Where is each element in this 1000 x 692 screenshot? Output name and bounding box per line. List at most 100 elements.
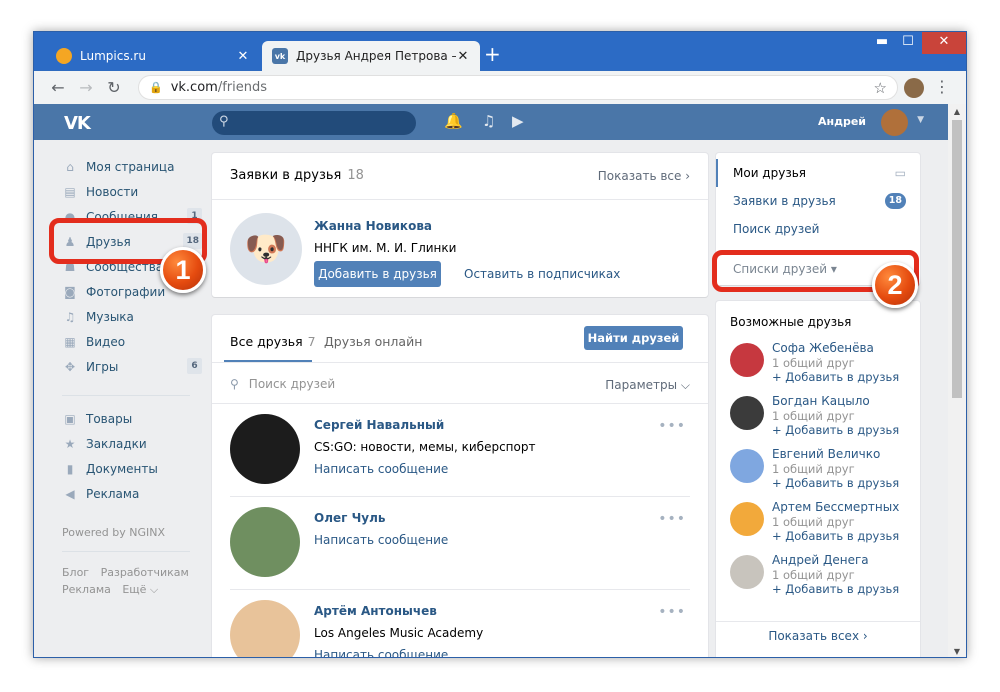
show-all-possible-link[interactable]: Показать всех › [716, 629, 920, 643]
default-avatar-icon[interactable]: 🐶 [230, 213, 302, 285]
footer-link-more[interactable]: Ещё ⌵ [122, 583, 158, 596]
possible-friend-name[interactable]: Софа Жебенёва [772, 341, 874, 355]
possible-friend-avatar[interactable] [730, 449, 764, 483]
address-bar[interactable]: 🔒 vk.com /friends ☆ [138, 75, 898, 100]
mutual-friends-text[interactable]: 1 общий друг [772, 462, 855, 476]
write-message-link[interactable]: Написать сообщение [314, 462, 448, 476]
list-item: Артем Бессмертных 1 общий друг + Добавит… [730, 500, 915, 553]
camera-icon: ◙ [64, 284, 76, 299]
friend-name[interactable]: Сергей Навальный [314, 418, 444, 432]
scroll-up-icon[interactable]: ▲ [948, 107, 966, 116]
add-friend-link[interactable]: + Добавить в друзья [772, 370, 899, 384]
bell-icon[interactable]: 🔔 [444, 112, 463, 130]
bookmark-star-icon[interactable]: ☆ [874, 79, 887, 97]
possible-friend-name[interactable]: Артем Бессмертных [772, 500, 899, 514]
tab-all-friends[interactable]: Все друзья 7 [230, 334, 316, 349]
sidebar-item-news[interactable]: ▤ Новости [62, 179, 202, 204]
write-message-link[interactable]: Написать сообщение [314, 533, 448, 547]
footer-link-ads[interactable]: Реклама [62, 583, 111, 596]
new-tab-button[interactable]: + [484, 44, 501, 64]
sidebar-item-my-page[interactable]: ⌂ Моя страница [62, 154, 202, 179]
add-friend-button[interactable]: Добавить в друзья [314, 261, 441, 287]
find-friends-button[interactable]: Найти друзей [584, 326, 683, 350]
possible-friend-avatar[interactable] [730, 555, 764, 589]
mutual-friends-text[interactable]: 1 общий друг [772, 409, 855, 423]
list-item: Сергей Навальный CS:GO: новости, мемы, к… [230, 404, 690, 497]
possible-friend-name[interactable]: Андрей Денега [772, 553, 869, 567]
tab-vk-friends[interactable]: vk Друзья Андрея Петрова – 7 дру ✕ [262, 41, 480, 71]
add-friend-link[interactable]: + Добавить в друзья [772, 476, 899, 490]
vk-search-input[interactable]: ⚲ [212, 111, 416, 135]
vk-logo[interactable]: VK [64, 113, 91, 134]
minimize-button[interactable]: ▬ [868, 32, 896, 54]
sidebar-item-video[interactable]: ▦ Видео [62, 329, 202, 354]
page-viewport: VK ⚲ 🔔 ♫ ▶ Андрей ▼ ⌂ Моя страница ▤ Нов… [34, 104, 950, 657]
show-all-requests-link[interactable]: Показать все › [598, 169, 690, 183]
home-icon: ⌂ [66, 159, 74, 174]
calendar-icon[interactable]: ▭ [895, 159, 906, 187]
possible-friends-card: Возможные друзья Софа Жебенёва 1 общий д… [716, 301, 920, 657]
friend-avatar[interactable] [230, 414, 300, 484]
possible-friend-avatar[interactable] [730, 502, 764, 536]
lock-icon: 🔒 [149, 81, 163, 94]
divider [716, 621, 920, 622]
music-icon[interactable]: ♫ [482, 112, 495, 130]
menu-my-friends[interactable]: Мои друзья ▭ [716, 159, 920, 187]
possible-friend-avatar[interactable] [730, 343, 764, 377]
mutual-friends-text[interactable]: 1 общий друг [772, 356, 855, 370]
music-note-icon: ♫ [64, 309, 76, 324]
mutual-friends-text[interactable]: 1 общий друг [772, 515, 855, 529]
scroll-down-icon[interactable]: ▼ [948, 647, 966, 656]
menu-friend-requests[interactable]: Заявки в друзья 18 [716, 187, 920, 215]
close-tab-icon[interactable]: ✕ [456, 49, 470, 64]
write-message-link[interactable]: Написать сообщение [314, 648, 448, 657]
mutual-friends-text[interactable]: 1 общий друг [772, 568, 855, 582]
add-friend-link[interactable]: + Добавить в друзья [772, 423, 899, 437]
header-avatar[interactable] [881, 109, 908, 136]
friend-avatar[interactable] [230, 600, 300, 657]
more-options-icon[interactable]: ••• [658, 418, 686, 434]
close-window-button[interactable]: ✕ [922, 32, 966, 54]
sidebar-item-goods[interactable]: ▣ Товары [62, 406, 202, 431]
scrollbar-thumb[interactable] [952, 120, 962, 398]
more-options-icon[interactable]: ••• [658, 511, 686, 527]
kebab-menu-icon[interactable]: ⋮ [934, 77, 950, 96]
page-scrollbar[interactable]: ▲ ▼ [948, 104, 966, 657]
friend-name[interactable]: Олег Чуль [314, 511, 385, 525]
add-friend-link[interactable]: + Добавить в друзья [772, 582, 899, 596]
divider [212, 199, 708, 200]
possible-friend-name[interactable]: Богдан Кацыло [772, 394, 870, 408]
list-item: Софа Жебенёва 1 общий друг + Добавить в … [730, 341, 915, 394]
tab-lumpics[interactable]: Lumpics.ru ✕ [46, 41, 260, 71]
sidebar-item-bookmarks[interactable]: ★ Закладки [62, 431, 202, 456]
forward-arrow-icon[interactable]: → [72, 78, 100, 97]
footer-link-blog[interactable]: Блог [62, 566, 89, 579]
possible-friend-avatar[interactable] [730, 396, 764, 430]
keep-subscriber-link[interactable]: Оставить в подписчиках [464, 267, 620, 281]
back-arrow-icon[interactable]: ← [44, 78, 72, 97]
sidebar-item-ads[interactable]: ◀ Реклама [62, 481, 202, 506]
profile-avatar[interactable] [904, 78, 924, 98]
menu-find-friends[interactable]: Поиск друзей [716, 215, 920, 243]
tab-friends-online[interactable]: Друзья онлайн [324, 334, 422, 349]
friend-name[interactable]: Артём Антонычев [314, 604, 437, 618]
chevron-down-icon[interactable]: ▼ [917, 115, 924, 125]
footer-link-developers[interactable]: Разработчикам [101, 566, 189, 579]
header-user-name[interactable]: Андрей [818, 115, 866, 128]
request-person-name[interactable]: Жанна Новикова [314, 219, 432, 233]
megaphone-icon: ◀ [65, 486, 75, 501]
more-options-icon[interactable]: ••• [658, 604, 686, 620]
sidebar-item-games[interactable]: ✥ Игры 6 [62, 354, 202, 379]
possible-friend-name[interactable]: Евгений Величко [772, 447, 880, 461]
maximize-button[interactable]: ☐ [894, 32, 922, 54]
reload-icon[interactable]: ↻ [100, 78, 128, 97]
sidebar-item-music[interactable]: ♫ Музыка [62, 304, 202, 329]
add-friend-link[interactable]: + Добавить в друзья [772, 529, 899, 543]
parameters-dropdown[interactable]: Параметры ⌵ [605, 378, 690, 393]
sidebar-item-documents[interactable]: ▮ Документы [62, 456, 202, 481]
close-tab-icon[interactable]: ✕ [236, 49, 250, 64]
play-icon[interactable]: ▶ [512, 112, 524, 130]
friend-avatar[interactable] [230, 507, 300, 577]
friends-search-input[interactable]: ⚲ Поиск друзей [230, 377, 335, 391]
count-badge: 18 [884, 193, 906, 209]
